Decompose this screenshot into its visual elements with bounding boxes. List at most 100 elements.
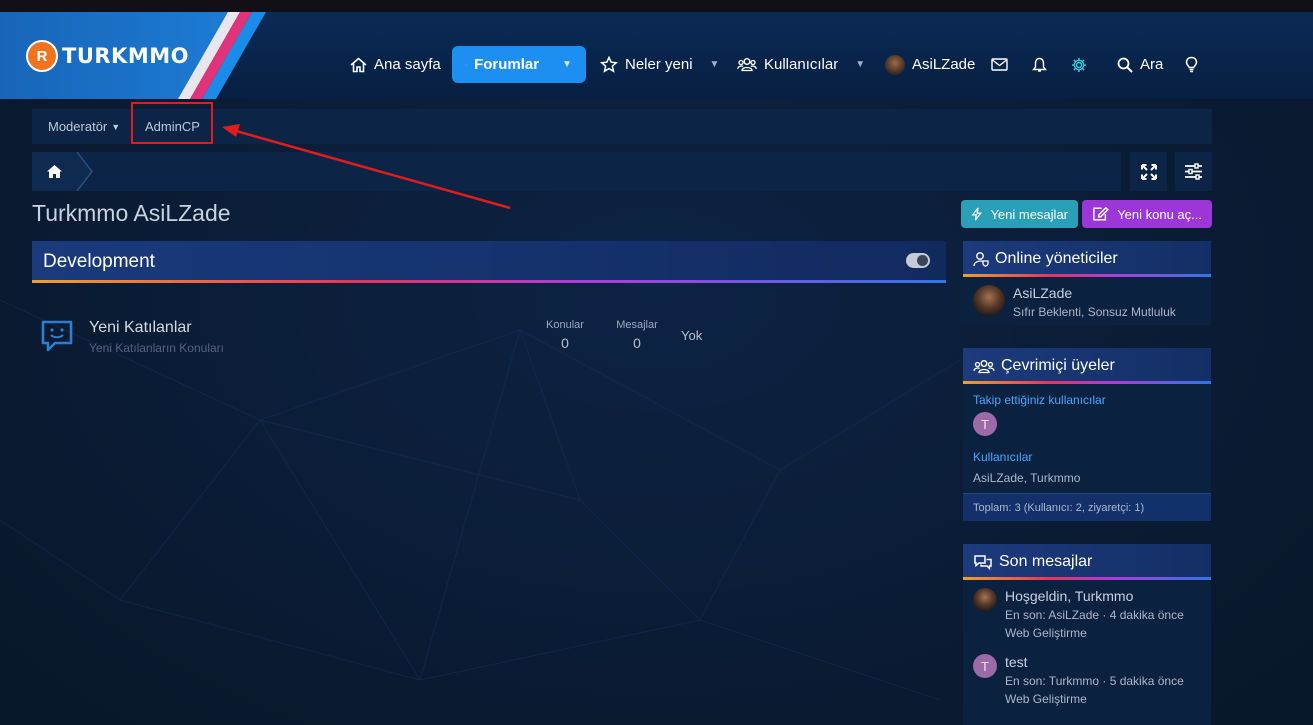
nav-user-label: AsiLZade [912, 56, 976, 73]
new-thread-label: Yeni konu aç... [1117, 206, 1202, 222]
nav-members-label: Kullanıcılar [764, 56, 839, 73]
collapse-toggle[interactable] [906, 253, 930, 268]
post-author-avatar[interactable]: T [973, 654, 997, 678]
breadcrumb-separator [76, 152, 93, 191]
post-author-avatar[interactable] [973, 588, 997, 612]
bolt-icon [971, 207, 982, 221]
latest-post-meta: En son: Turkmmo · 5 dakika önce [1005, 674, 1184, 688]
posts-value: 0 [633, 335, 641, 351]
latest-post-forum[interactable]: Web Geliştirme [1005, 626, 1184, 640]
gamepad-logo-icon: R [26, 40, 58, 72]
alerts-button[interactable] [1032, 46, 1047, 83]
users-icon [737, 58, 757, 72]
site-logo[interactable]: R TURKMMO [26, 40, 189, 72]
filters-button[interactable] [1175, 152, 1212, 191]
latest-post-title[interactable]: test [1005, 654, 1184, 670]
latest-post-item[interactable]: Hoşgeldin, Turkmmo En son: AsiLZade · 4 … [973, 588, 1184, 640]
page-title: Turkmmo AsiLZade [32, 200, 231, 226]
gear-icon [1072, 57, 1086, 72]
staff-username[interactable]: AsiLZade [1013, 285, 1176, 301]
annotation-highlight-box [131, 102, 213, 144]
search-label: Ara [1140, 56, 1164, 73]
users-icon [973, 359, 995, 373]
nav-home-label: Ana sayfa [374, 56, 441, 73]
fullscreen-button[interactable] [1130, 152, 1167, 191]
threads-stat: Konular 0 [544, 319, 586, 351]
widget-online-members-header: Çevrimiçi üyeler [963, 348, 1211, 384]
new-thread-button[interactable]: Yeni konu aç... [1082, 200, 1212, 228]
nav-whats-new-label: Neler yeni [625, 56, 693, 73]
widget-online-members: Çevrimiçi üyeler Takip ettiğiniz kullanı… [963, 348, 1211, 521]
online-total: Toplam: 3 (Kullanıcı: 2, ziyaretçi: 1) [963, 493, 1211, 521]
bell-icon [1032, 57, 1047, 72]
threads-value: 0 [561, 335, 569, 351]
nav-members[interactable]: Kullanıcılar ▼ [737, 46, 865, 83]
staff-user-title: Sıfır Beklenti, Sonsuz Mutluluk [1013, 305, 1176, 319]
edit-icon [1093, 206, 1109, 221]
nav-user-account[interactable]: AsiLZade [885, 46, 975, 83]
staff-avatar[interactable] [973, 285, 1005, 317]
settings-button[interactable] [1071, 46, 1087, 83]
widget-divider [963, 274, 1211, 277]
lightbulb-icon [1185, 56, 1198, 73]
breadcrumb [32, 152, 1121, 191]
search-button[interactable]: Ara [1117, 46, 1163, 83]
caret-down-icon[interactable]: ▼ [855, 59, 865, 70]
posts-label: Mesajlar [616, 319, 658, 331]
nav-forums-label: Forumlar [474, 56, 540, 73]
staff-member[interactable]: AsiLZade Sıfır Beklenti, Sonsuz Mutluluk [973, 285, 1176, 319]
user-avatar [885, 54, 905, 75]
style-variation-button[interactable] [1185, 46, 1198, 83]
window-top-strip [0, 0, 1313, 12]
last-post-none: Yok [681, 328, 703, 343]
user-shield-icon [973, 252, 989, 267]
caret-down-icon: ▼ [111, 121, 121, 132]
widget-divider [963, 381, 1211, 384]
inbox-button[interactable] [991, 46, 1008, 83]
following-user-avatar[interactable]: T [973, 412, 997, 436]
latest-post-item[interactable]: T test En son: Turkmmo · 5 dakika önce W… [973, 654, 1184, 706]
home-icon [47, 165, 62, 178]
category-divider [32, 280, 946, 283]
moderator-label: Moderatör [48, 119, 108, 134]
members-link[interactable]: Kullanıcılar [973, 450, 1032, 464]
forum-row: Yeni Katılanlar Yeni Katılanların Konula… [32, 305, 946, 361]
latest-post-forum[interactable]: Web Geliştirme [1005, 692, 1184, 706]
envelope-icon [991, 58, 1008, 71]
widget-latest-posts-header: Son mesajlar [963, 544, 1211, 580]
widget-online-staff-title: Online yöneticiler [995, 250, 1118, 267]
caret-down-icon[interactable]: ▼ [710, 59, 720, 70]
logo-text: TURKMMO [62, 44, 189, 68]
latest-post-title[interactable]: Hoşgeldin, Turkmmo [1005, 588, 1184, 604]
nav-forums[interactable]: Forumlar ▼ [452, 46, 586, 83]
widget-online-staff: Online yöneticiler AsiLZade Sıfır Beklen… [963, 241, 1211, 325]
star-icon [600, 56, 618, 73]
latest-post-meta: En son: AsiLZade · 4 dakika önce [1005, 608, 1184, 622]
caret-down-icon[interactable]: ▼ [562, 59, 572, 70]
logo-block: R TURKMMO [0, 12, 268, 99]
forum-chat-icon [41, 320, 73, 352]
widget-latest-posts-title: Son mesajlar [999, 553, 1093, 570]
category-title[interactable]: Development [43, 251, 155, 273]
threads-label: Konular [546, 319, 584, 331]
search-icon [1117, 57, 1133, 73]
comments-icon [466, 64, 468, 65]
expand-arrows-icon [1140, 163, 1157, 180]
moderator-menu[interactable]: Moderatör ▼ [48, 109, 120, 144]
following-users-link[interactable]: Takip ettiğiniz kullanıcılar [973, 393, 1106, 407]
widget-online-members-title: Çevrimiçi üyeler [1001, 357, 1115, 374]
category-header[interactable]: Development [32, 241, 946, 283]
home-icon [350, 56, 367, 72]
sliders-icon [1185, 163, 1202, 180]
comments-icon [974, 555, 992, 570]
widget-divider [963, 577, 1211, 580]
forum-title-link[interactable]: Yeni Katılanlar [89, 319, 192, 337]
new-posts-label: Yeni mesajlar [990, 206, 1068, 222]
widget-latest-posts: Son mesajlar Hoşgeldin, Turkmmo En son: … [963, 544, 1211, 725]
nav-whats-new[interactable]: Neler yeni ▼ [600, 46, 719, 83]
new-posts-button[interactable]: Yeni mesajlar [961, 200, 1078, 228]
online-members-list[interactable]: AsiLZade, Turkmmo [973, 471, 1080, 485]
forum-description: Yeni Katılanların Konuları [89, 341, 224, 355]
posts-stat: Mesajlar 0 [614, 319, 660, 351]
nav-home[interactable]: Ana sayfa [350, 46, 441, 83]
